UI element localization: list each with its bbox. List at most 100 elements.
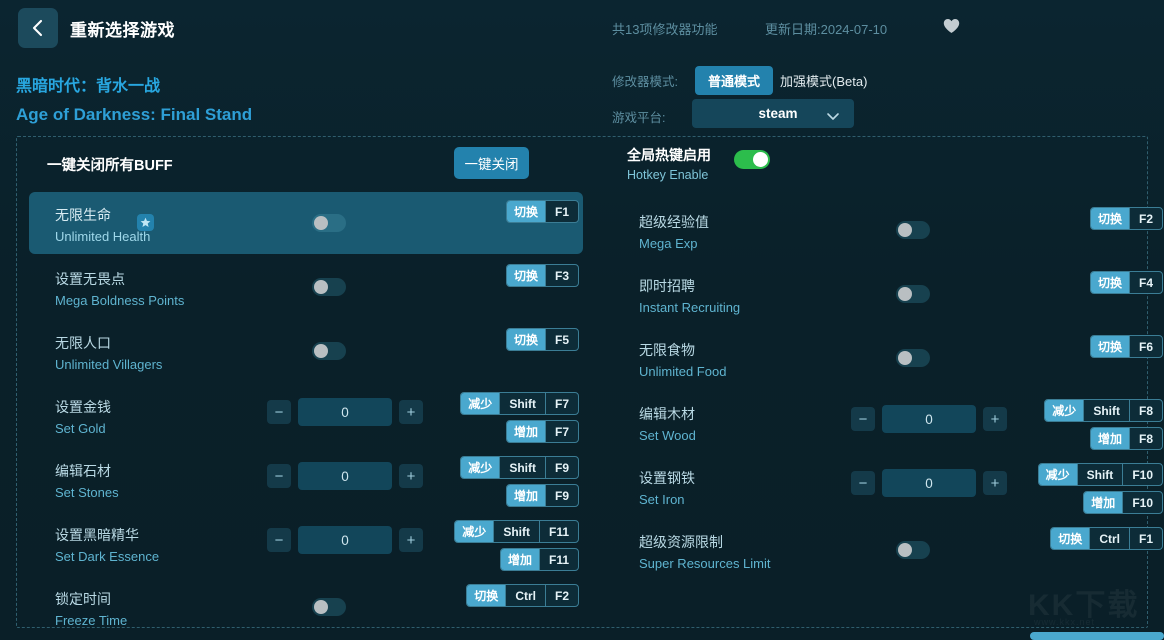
back-button[interactable]	[18, 8, 58, 48]
hotkey-chip-label: 切换	[507, 329, 545, 350]
hotkey-chip[interactable]: 减少ShiftF8	[1044, 399, 1163, 422]
feature-toggle[interactable]	[896, 349, 930, 367]
hotkey-chip[interactable]: 减少ShiftF7	[460, 392, 579, 415]
hotkey-chip-key: F11	[539, 521, 578, 542]
hotkey-chip-key: Shift	[493, 521, 539, 542]
feature-label-en: Set Stones	[55, 485, 119, 500]
hotkey-chip-label: 切换	[1051, 528, 1089, 549]
chevron-down-icon	[826, 108, 840, 126]
hotkey-chip-label: 减少	[1045, 400, 1083, 421]
hotkey-chip-key: F4	[1129, 272, 1162, 293]
hotkey-chips: 切换F1	[369, 200, 579, 228]
stepper-decrement-button[interactable]: −	[267, 464, 291, 488]
hotkey-chip-line: 切换CtrlF1	[953, 527, 1163, 555]
hotkey-chip[interactable]: 减少ShiftF10	[1038, 463, 1163, 486]
hotkey-chip-label: 切换	[1091, 336, 1129, 357]
hotkey-chip[interactable]: 切换F3	[506, 264, 579, 287]
mode-enhanced-button[interactable]: 加强模式(Beta)	[780, 71, 867, 90]
feature-label-en: Set Dark Essence	[55, 549, 159, 564]
stepper-decrement-button[interactable]: −	[851, 407, 875, 431]
feature-label-cn: 即时招聘	[639, 276, 740, 296]
hotkey-chip-line: 切换F2	[953, 207, 1163, 235]
feature-toggle[interactable]	[312, 278, 346, 296]
toggle-knob	[314, 216, 328, 230]
feature-label-en: Freeze Time	[55, 613, 127, 628]
update-date-label: 更新日期:2024-07-10	[765, 19, 887, 38]
mode-normal-button[interactable]: 普通模式	[695, 66, 773, 95]
hotkey-chip[interactable]: 增加F10	[1083, 491, 1163, 514]
hotkey-enable-toggle[interactable]	[734, 150, 770, 169]
stepper-decrement-button[interactable]: −	[267, 528, 291, 552]
feature-toggle[interactable]	[896, 221, 930, 239]
hotkey-chip-key: F9	[545, 457, 578, 478]
feature-names: 编辑石材 Set Stones	[55, 461, 119, 500]
buff-title: 一键关闭所有BUFF	[47, 154, 173, 175]
platform-selected-value: steam	[758, 106, 797, 121]
hotkey-chip[interactable]: 切换F2	[1090, 207, 1163, 230]
hotkey-chip[interactable]: 增加F7	[506, 420, 579, 443]
hotkey-chip-key: F9	[545, 485, 578, 506]
hotkey-chip-line: 减少ShiftF7	[369, 392, 579, 420]
hotkey-chip[interactable]: 切换CtrlF1	[1050, 527, 1163, 550]
hotkey-chip-line: 切换F3	[369, 264, 579, 292]
feature-row: 无限生命Unlimited Health切换F1	[29, 192, 583, 254]
chevron-left-icon	[31, 18, 45, 38]
hotkey-chip-key: F8	[1129, 428, 1162, 449]
hotkey-chip-line: 增加F9	[369, 484, 579, 512]
feature-label-en: Instant Recruiting	[639, 300, 740, 315]
hotkey-chip[interactable]: 切换CtrlF2	[466, 584, 579, 607]
hotkey-chip-line: 减少ShiftF11	[369, 520, 579, 548]
star-icon	[137, 214, 154, 231]
hotkey-chip[interactable]: 切换F5	[506, 328, 579, 351]
hotkey-chip-key: F10	[1122, 492, 1162, 513]
hotkey-chip-key: F7	[545, 421, 578, 442]
hotkey-enable-block: 全局热键启用 Hotkey Enable	[627, 145, 711, 182]
feature-toggle[interactable]	[312, 214, 346, 232]
feature-label-cn: 超级经验值	[639, 212, 709, 232]
hotkey-chip[interactable]: 减少ShiftF9	[460, 456, 579, 479]
hotkey-label-en: Hotkey Enable	[627, 168, 711, 182]
hotkey-chip[interactable]: 切换F1	[506, 200, 579, 223]
toggle-knob	[314, 280, 328, 294]
feature-row: 设置无畏点Mega Boldness Points切换F3	[29, 256, 583, 318]
platform-label: 游戏平台:	[612, 107, 665, 126]
hotkey-chip-line: 增加F7	[369, 420, 579, 448]
feature-toggle[interactable]	[896, 285, 930, 303]
hotkey-chip[interactable]: 减少ShiftF11	[454, 520, 579, 543]
hotkey-chip[interactable]: 切换F4	[1090, 271, 1163, 294]
hotkey-label-cn: 全局热键启用	[627, 145, 711, 165]
hotkey-chip-key: Ctrl	[505, 585, 545, 606]
hotkey-chip-line: 切换F1	[369, 200, 579, 228]
features-column-left: 一键关闭所有BUFF 一键关闭 无限生命Unlimited Health切换F1…	[17, 137, 583, 627]
close-all-buffs-button[interactable]: 一键关闭	[454, 147, 529, 179]
platform-select[interactable]: steam	[692, 99, 854, 128]
mode-label: 修改器模式:	[612, 71, 678, 90]
feature-label-cn: 超级资源限制	[639, 532, 771, 552]
feature-row: 无限食物Unlimited Food切换F6	[613, 327, 1164, 389]
feature-row: 锁定时间Freeze Time切换CtrlF2	[29, 576, 583, 638]
hotkey-chips: 切换F4	[953, 271, 1163, 299]
hotkey-chip-line: 增加F8	[953, 427, 1163, 455]
hotkey-chip-label: 减少	[461, 457, 499, 478]
feature-row: 无限人口Unlimited Villagers切换F5	[29, 320, 583, 382]
hotkey-chips: 减少ShiftF9增加F9	[369, 456, 579, 512]
stepper-decrement-button[interactable]: −	[851, 471, 875, 495]
hotkey-chip[interactable]: 切换F6	[1090, 335, 1163, 358]
hotkey-chip-label: 切换	[1091, 208, 1129, 229]
hotkey-chip[interactable]: 增加F11	[500, 548, 579, 571]
feature-toggle[interactable]	[312, 342, 346, 360]
feature-toggle[interactable]	[312, 598, 346, 616]
hotkey-chip-key: Shift	[499, 457, 545, 478]
hotkey-chip[interactable]: 增加F8	[1090, 427, 1163, 450]
hotkey-chip-label: 减少	[455, 521, 493, 542]
hotkey-chip-key: Shift	[1077, 464, 1123, 485]
stepper-decrement-button[interactable]: −	[267, 400, 291, 424]
hotkey-chip[interactable]: 增加F9	[506, 484, 579, 507]
hotkey-chip-key: Shift	[499, 393, 545, 414]
feature-toggle[interactable]	[896, 541, 930, 559]
horizontal-scrollbar[interactable]	[1030, 632, 1164, 640]
feature-label-cn: 编辑石材	[55, 461, 119, 481]
feature-label-en: Mega Exp	[639, 236, 709, 251]
hotkey-chip-label: 增加	[507, 421, 545, 442]
heart-icon[interactable]	[943, 18, 960, 39]
